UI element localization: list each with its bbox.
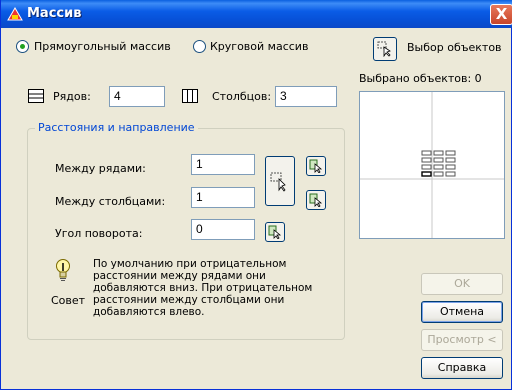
columns-label: Столбцов:: [212, 90, 272, 103]
preview-array-item: [421, 157, 432, 163]
pick-point-icon: [268, 225, 282, 239]
column-offset-input[interactable]: 1: [191, 187, 255, 208]
array-dialog: Массив X Прямоугольный массив Круговой м…: [0, 0, 512, 390]
pick-point-icon: [309, 159, 323, 173]
app-icon: [7, 6, 23, 22]
rows-icon: [28, 89, 44, 106]
rectangular-array-label[interactable]: Прямоугольный массив: [34, 40, 171, 53]
polar-array-radio[interactable]: [193, 40, 206, 53]
close-icon: X: [495, 5, 508, 23]
angle-input[interactable]: 0: [191, 219, 255, 240]
row-offset-input[interactable]: 1: [191, 154, 255, 175]
close-button[interactable]: X: [490, 4, 512, 25]
preview-drawing: [360, 92, 504, 238]
rows-label: Рядов:: [53, 90, 91, 103]
rows-input[interactable]: 4: [109, 86, 165, 107]
preview-button[interactable]: Просмотр <: [421, 329, 503, 351]
preview-array-item: [421, 150, 432, 156]
tip-text: По умолчанию при отрицательном расстояни…: [93, 258, 313, 318]
pick-angle-button[interactable]: [265, 222, 285, 242]
row-offset-label: Между рядами:: [55, 162, 146, 175]
preview-array-item: [433, 150, 444, 156]
preview-array-item: [433, 164, 444, 170]
preview-array-item: [421, 171, 432, 177]
select-objects-label: Выбор объектов: [407, 41, 502, 54]
polar-array-label[interactable]: Круговой массив: [210, 40, 308, 53]
pick-column-offset-button[interactable]: [306, 190, 326, 210]
pick-row-offset-button[interactable]: [306, 156, 326, 176]
tip-caption: Совет: [51, 294, 86, 307]
preview-array-item: [445, 157, 456, 163]
pick-both-offsets-button[interactable]: [265, 156, 295, 206]
angle-label: Угол поворота:: [55, 227, 143, 240]
preview-array-item: [421, 164, 432, 170]
help-button[interactable]: Справка: [421, 357, 503, 379]
preview-array-item: [433, 157, 444, 163]
pick-point-icon: [309, 193, 323, 207]
array-preview: [359, 91, 505, 239]
offset-direction-title: Расстояния и направление: [35, 121, 198, 134]
ok-button[interactable]: OK: [421, 273, 503, 295]
preview-array-item: [445, 164, 456, 170]
preview-array-item: [433, 171, 444, 177]
window-title: Массив: [27, 6, 82, 21]
rectangular-array-radio[interactable]: [16, 40, 29, 53]
preview-array-item: [445, 171, 456, 177]
preview-array-item: [445, 150, 456, 156]
columns-icon: [182, 89, 198, 106]
cancel-button[interactable]: Отмена: [421, 301, 503, 323]
selected-count: Выбрано объектов: 0: [359, 72, 482, 85]
select-objects-icon: [377, 41, 391, 57]
title-bar[interactable]: Массив X: [1, 0, 512, 28]
column-offset-label: Между столбцами:: [55, 195, 166, 208]
pick-both-offsets-icon: [270, 172, 286, 192]
columns-input[interactable]: 3: [275, 86, 337, 107]
lightbulb-icon: [55, 258, 71, 287]
select-objects-button[interactable]: [373, 37, 397, 61]
